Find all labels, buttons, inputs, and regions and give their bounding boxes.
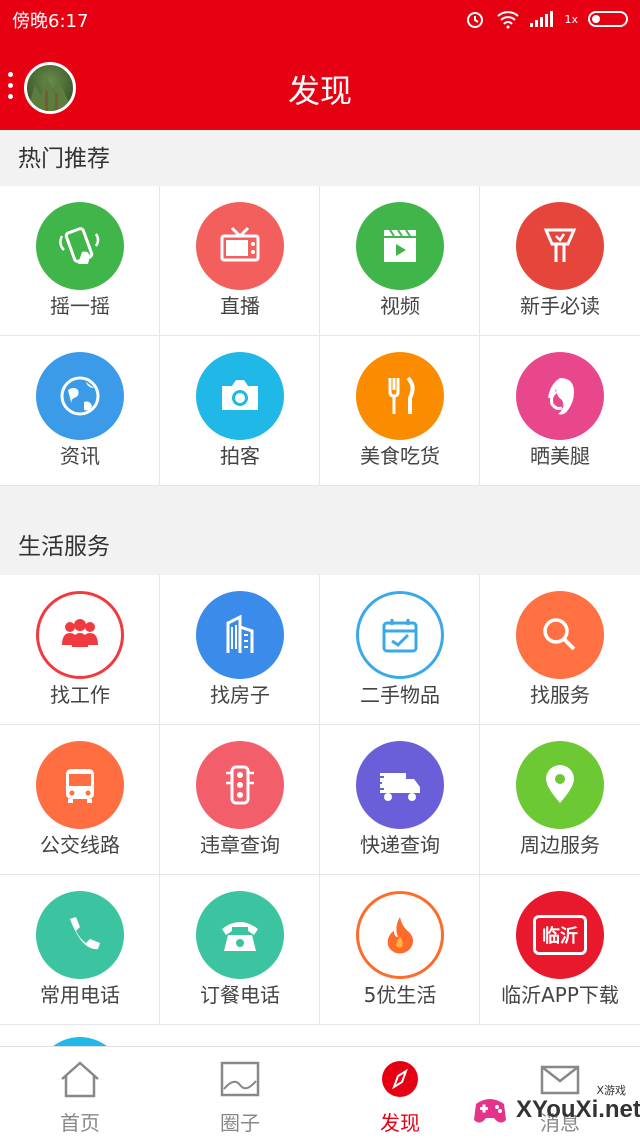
fork-knife-icon xyxy=(356,352,444,440)
grid-item-label: 订餐电话 xyxy=(200,983,280,1007)
shake-phone-icon xyxy=(36,202,124,290)
guide-icon xyxy=(516,202,604,290)
grid-item-linyi-app[interactable]: 临沂临沂APP下载 xyxy=(480,875,640,1025)
grid-item-camera[interactable]: 拍客 xyxy=(160,336,320,486)
grid-item-telephone[interactable]: 订餐电话 xyxy=(160,875,320,1025)
grid-item-label: 资讯 xyxy=(60,444,100,468)
grid-item-globe[interactable]: 资讯 xyxy=(0,336,160,486)
telephone-icon xyxy=(196,891,284,979)
grid-item-calendar-check[interactable]: 二手物品 xyxy=(320,575,480,725)
section-title-hot: 热门推荐 xyxy=(18,146,110,172)
grid-item-label: 公交线路 xyxy=(40,833,120,857)
grid-item-label: 快递查询 xyxy=(360,833,440,857)
grid-item-label: 美食吃货 xyxy=(360,444,440,468)
grid-item-label: 5优生活 xyxy=(363,983,437,1007)
camera-icon xyxy=(196,352,284,440)
location-pin-icon xyxy=(516,741,604,829)
grid-item-video-clapper[interactable]: 视频 xyxy=(320,186,480,336)
grid-item-label: 找工作 xyxy=(50,683,110,707)
truck-icon xyxy=(356,741,444,829)
grid-item-label: 二手物品 xyxy=(360,683,440,707)
traffic-light-icon xyxy=(196,741,284,829)
grid-item-people-group[interactable]: 找工作 xyxy=(0,575,160,725)
grid-item-location-pin[interactable]: 周边服务 xyxy=(480,725,640,875)
video-clapper-icon xyxy=(356,202,444,290)
hot-recommend-grid: 摇一摇 直播 视频 新手必读资讯 拍客 美食吃货 晒美腿 xyxy=(0,186,640,486)
grid-item-woman-face[interactable]: 晒美腿 xyxy=(480,336,640,486)
grid-item-label: 违章查询 xyxy=(200,833,280,857)
tab-circle-label: 圈子 xyxy=(220,1111,260,1135)
phone-icon xyxy=(36,891,124,979)
building-icon xyxy=(196,591,284,679)
grid-item-truck[interactable]: 快递查询 xyxy=(320,725,480,875)
grid-item-label: 找服务 xyxy=(530,683,590,707)
grid-item-label: 视频 xyxy=(380,294,420,318)
grid-item-flame[interactable]: 5优生活 xyxy=(320,875,480,1025)
grid-item-label: 晒美腿 xyxy=(530,444,590,468)
app-header: 发现 xyxy=(0,36,640,130)
network-type: 1x xyxy=(564,12,578,26)
grid-item-guide[interactable]: 新手必读 xyxy=(480,186,640,336)
flame-icon xyxy=(356,891,444,979)
grid-item-label: 常用电话 xyxy=(40,983,120,1007)
wifi-icon xyxy=(497,11,520,29)
grid-item-phone[interactable]: 常用电话 xyxy=(0,875,160,1025)
grid-item-label: 新手必读 xyxy=(520,294,600,318)
next-row-peek xyxy=(0,1025,640,1046)
partial-icon xyxy=(36,1037,124,1046)
home-icon xyxy=(61,1061,99,1098)
battery-icon xyxy=(588,11,628,27)
life-service-grid: 找工作 找房子 二手物品 找服务公交线路 违章查询 快递查询 周边服务常用电话 订餐电话 5优生… xyxy=(0,575,640,1025)
compass-icon xyxy=(382,1061,418,1097)
tab-home-label: 首页 xyxy=(60,1111,100,1135)
grid-item-label: 周边服务 xyxy=(520,833,600,857)
tab-discover-label: 发现 xyxy=(380,1111,420,1135)
woman-face-icon xyxy=(516,352,604,440)
tab-home[interactable]: 首页 xyxy=(0,1047,160,1138)
calendar-check-icon xyxy=(356,591,444,679)
tab-circle[interactable]: 圈子 xyxy=(160,1047,320,1138)
grid-item-label: 摇一摇 xyxy=(50,294,110,318)
linyi-app-badge: 临沂 xyxy=(533,915,587,955)
status-icons: 1x xyxy=(464,8,628,30)
grid-item-bus[interactable]: 公交线路 xyxy=(0,725,160,875)
grid-item-label: 拍客 xyxy=(220,444,260,468)
section-title-life: 生活服务 xyxy=(18,534,110,560)
people-group-icon xyxy=(36,591,124,679)
tab-discover[interactable]: 发现 xyxy=(320,1047,480,1138)
grid-item-search[interactable]: 找服务 xyxy=(480,575,640,725)
grid-item-traffic-light[interactable]: 违章查询 xyxy=(160,725,320,875)
status-time: 傍晚6:17 xyxy=(12,11,89,32)
page-title: 发现 xyxy=(287,72,352,110)
grid-item-tv[interactable]: 直播 xyxy=(160,186,320,336)
grid-item-fork-knife[interactable]: 美食吃货 xyxy=(320,336,480,486)
globe-icon xyxy=(36,352,124,440)
grid-item-label: 找房子 xyxy=(210,683,270,707)
gamepad-logo-icon xyxy=(474,1099,506,1123)
grid-item-label: 临沂APP下载 xyxy=(501,983,619,1007)
bus-icon xyxy=(36,741,124,829)
grid-item-shake-phone[interactable]: 摇一摇 xyxy=(0,186,160,336)
tv-icon xyxy=(196,202,284,290)
watermark-text: XYouXi.net xyxy=(516,1096,640,1123)
grid-item-building[interactable]: 找房子 xyxy=(160,575,320,725)
image-icon xyxy=(220,1061,260,1097)
watermark: X游戏 XYouXi.net xyxy=(468,1080,640,1136)
signal-icon xyxy=(530,11,554,27)
status-bar: 傍晚6:17 1x xyxy=(0,0,640,36)
grid-item-label: 直播 xyxy=(220,294,260,318)
search-icon xyxy=(516,591,604,679)
linyi-app-icon: 临沂 xyxy=(516,891,604,979)
alarm-icon xyxy=(467,12,484,28)
